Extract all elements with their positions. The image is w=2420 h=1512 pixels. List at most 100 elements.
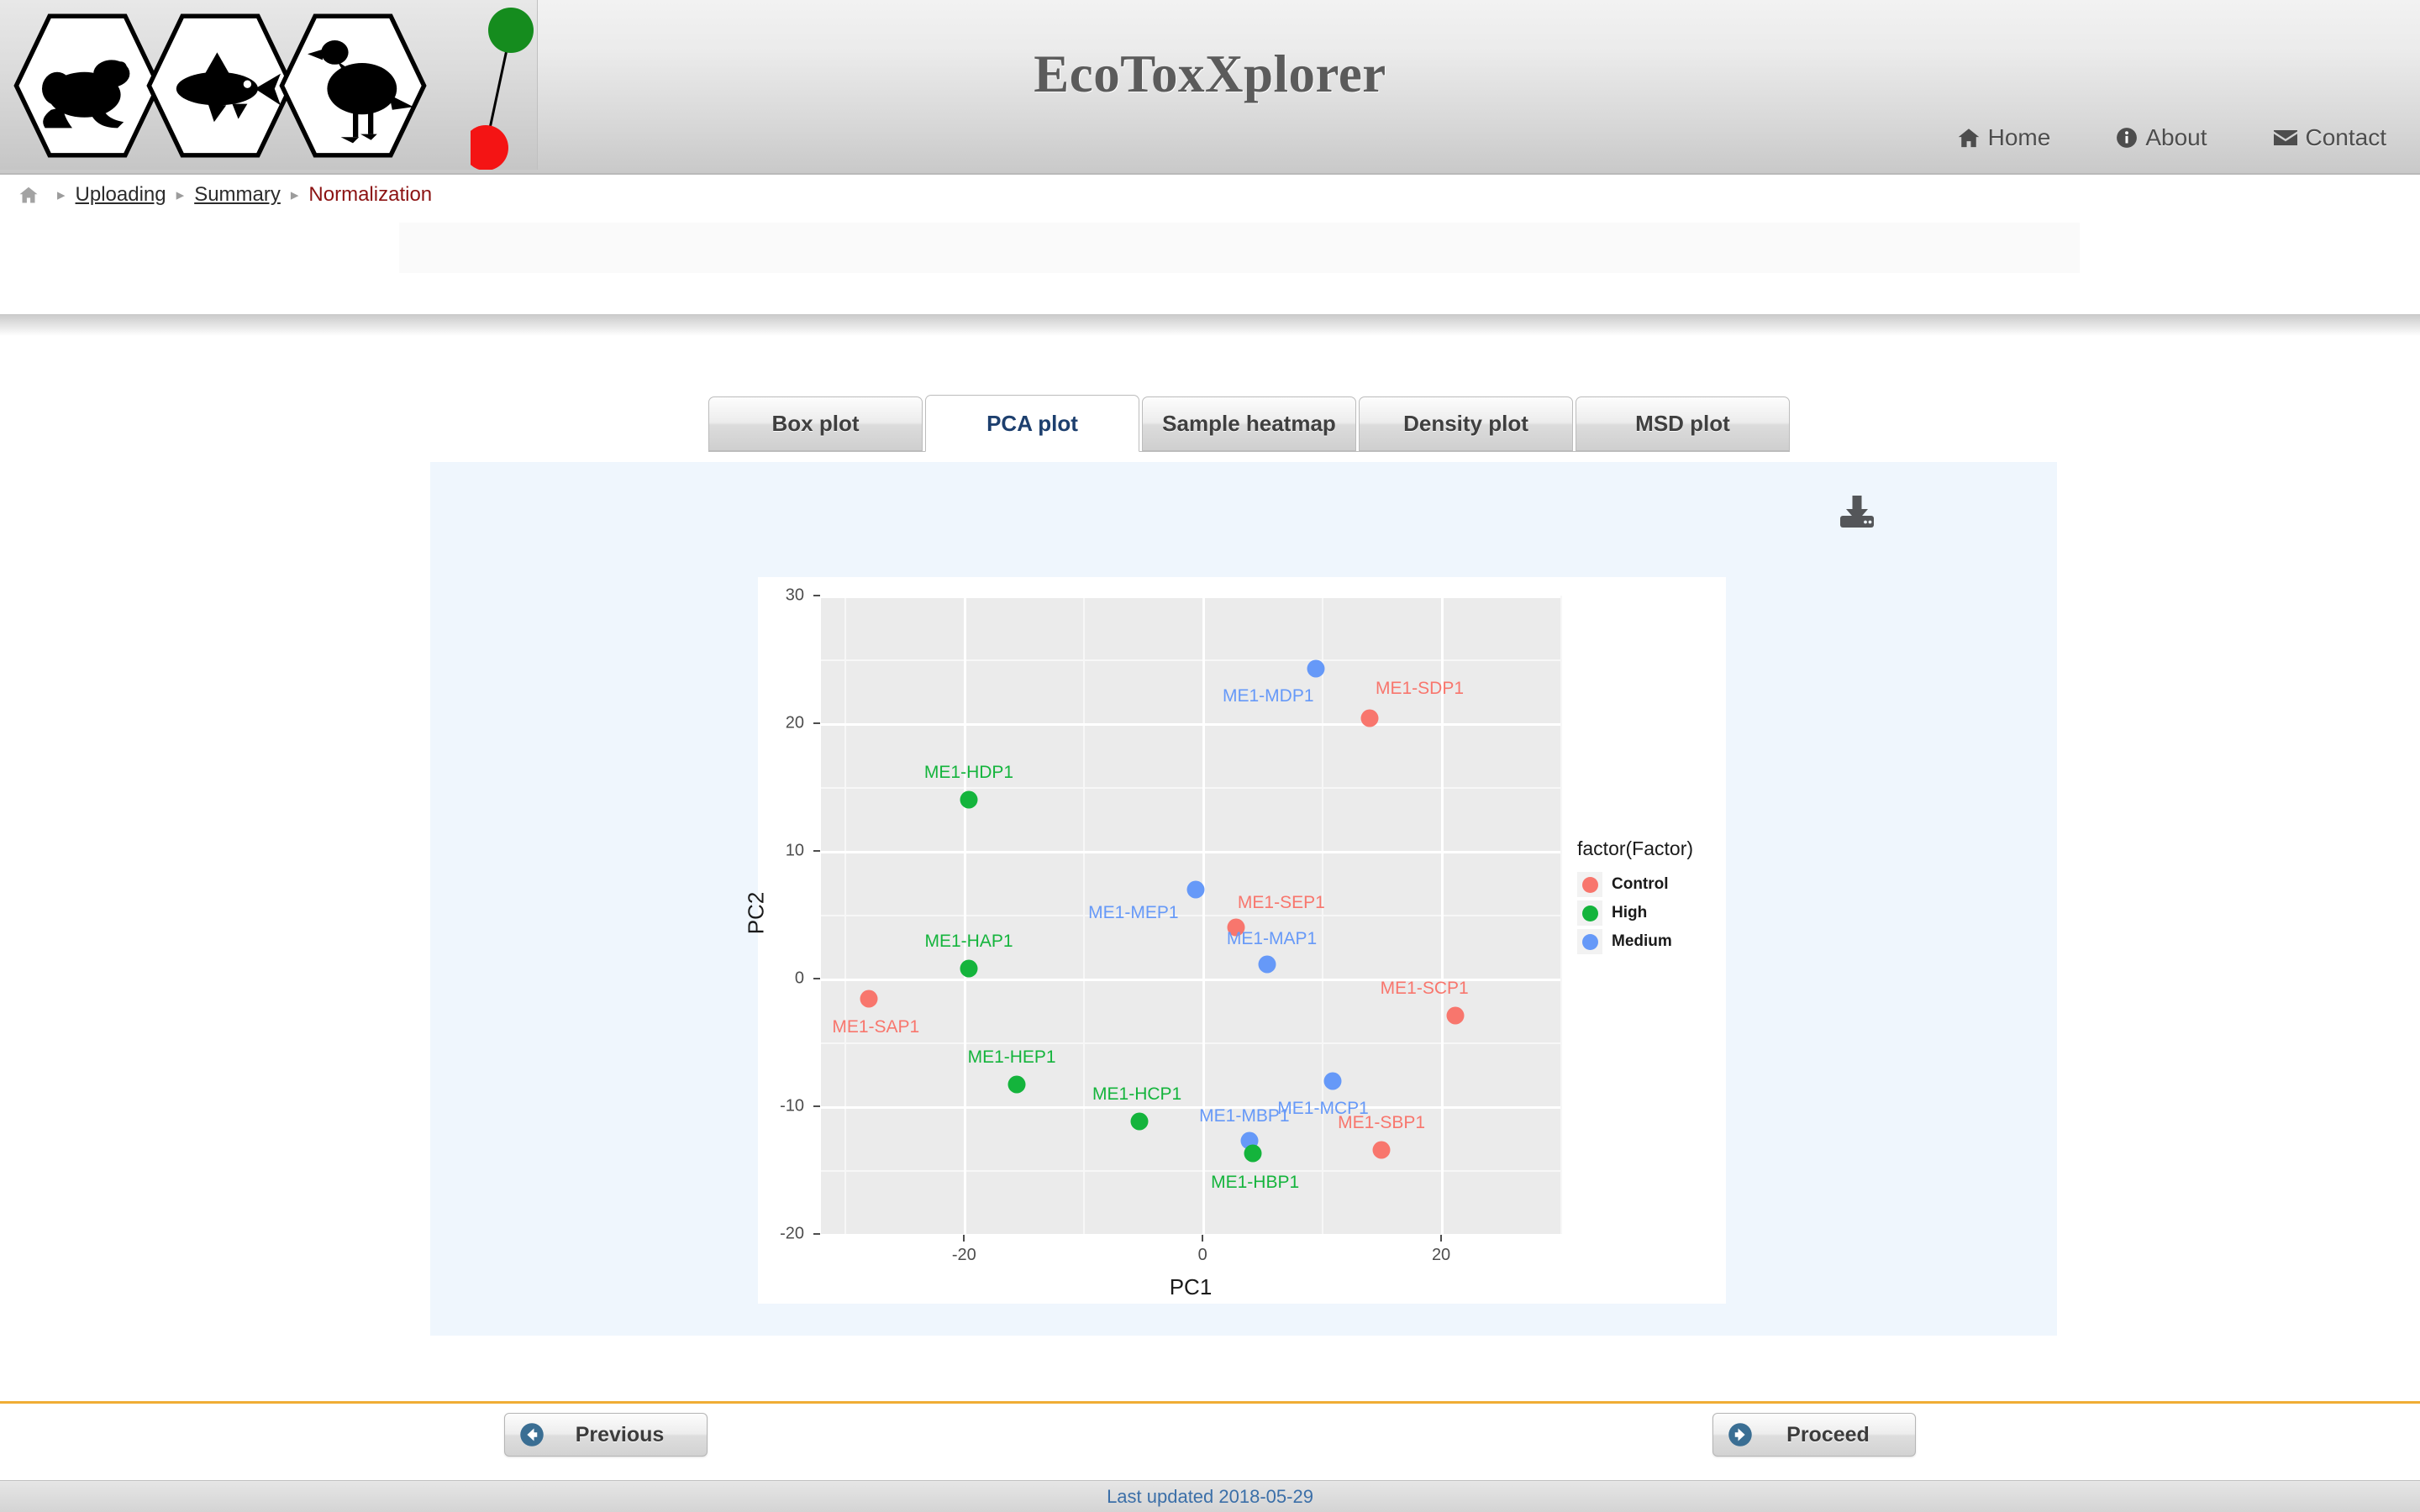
breadcrumb-separator: ▸ [176, 186, 185, 204]
data-point [1307, 659, 1325, 678]
y-tick-mark [813, 1105, 820, 1107]
arrow-circle-left-icon [519, 1422, 544, 1447]
plot-tabs: Box plot PCA plot Sample heatmap Density… [708, 395, 1790, 452]
tab-sample-heatmap[interactable]: Sample heatmap [1142, 396, 1356, 451]
y-major-gridline [821, 1234, 1560, 1236]
plot-legend: factor(Factor) Control High Medium [1577, 837, 1693, 956]
y-tick-label: 10 [785, 841, 804, 860]
legend-label: High [1612, 904, 1648, 921]
data-point [1323, 1072, 1342, 1090]
breadcrumb: ▸ Uploading ▸ Summary ▸ Normalization [18, 183, 432, 207]
proceed-button[interactable]: Proceed [1712, 1413, 1916, 1457]
legend-key [1577, 872, 1602, 897]
breadcrumb-separator: ▸ [290, 186, 299, 204]
y-tick-label: -20 [780, 1224, 804, 1243]
x-major-gridline [964, 596, 967, 1234]
info-icon [2116, 127, 2138, 149]
y-major-gridline [821, 596, 1560, 598]
legend-title: factor(Factor) [1577, 837, 1694, 859]
data-point-label: ME1-MEP1 [1088, 903, 1179, 923]
y-minor-gridline [821, 1042, 1560, 1044]
legend-key [1577, 900, 1602, 926]
breadcrumb-item-summary[interactable]: Summary [194, 183, 281, 207]
legend-key [1577, 929, 1602, 954]
y-tick-mark [813, 722, 820, 724]
x-tick-label: 20 [1431, 1246, 1451, 1264]
y-minor-gridline [821, 787, 1560, 789]
envelope-icon [2273, 128, 2298, 148]
x-tick-mark [1202, 1235, 1204, 1242]
y-axis-title: PC2 [743, 891, 769, 935]
top-navigation: Home About Contact [1957, 124, 2386, 151]
data-point [1372, 1141, 1391, 1159]
y-major-gridline [821, 1106, 1560, 1109]
tab-pca-plot[interactable]: PCA plot [925, 395, 1139, 452]
breadcrumb-home-icon[interactable] [18, 185, 39, 205]
plot-panel: ME1-MDP1 ME1-SDP1 ME1-HDP1 ME1-MEP1 ME1-SEP1… [821, 596, 1562, 1236]
x-minor-gridline [1322, 596, 1324, 1234]
data-point [1446, 1006, 1465, 1025]
y-tick-label: 30 [785, 585, 804, 605]
data-point [860, 990, 878, 1008]
y-tick-mark [813, 595, 820, 596]
previous-button[interactable]: Previous [504, 1413, 708, 1457]
y-tick-label: -10 [780, 1096, 804, 1116]
nav-home-label: Home [1987, 124, 2051, 150]
breadcrumb-item-uploading[interactable]: Uploading [76, 183, 166, 207]
breadcrumb-separator: ▸ [57, 186, 66, 204]
data-point [960, 959, 978, 978]
y-tick-mark [813, 1233, 820, 1235]
data-point-label: ME1-MAP1 [1226, 928, 1318, 948]
site-header: EcoToxXplorer Home About Contact [0, 0, 2420, 175]
data-point-label: ME1-HEP1 [967, 1047, 1056, 1068]
pca-plot-canvas: PC2 PC1 ME1-MDP1 ME1-SDP1 ME1-HDP1 ME1-MEP1… [744, 577, 1726, 1304]
last-updated-text: Last updated 2018-05-29 [1107, 1485, 1313, 1507]
pca-plot-container: PC2 PC1 ME1-MDP1 ME1-SDP1 ME1-HDP1 ME1-MEP1… [430, 462, 2057, 1336]
data-point [1007, 1075, 1026, 1094]
breadcrumb-item-normalization: Normalization [308, 183, 433, 206]
data-point-label: ME1-SBP1 [1338, 1112, 1426, 1132]
home-icon [1957, 126, 1981, 150]
y-minor-gridline [821, 915, 1560, 916]
data-point-label: ME1-HCP1 [1092, 1084, 1182, 1105]
tab-msd-plot[interactable]: MSD plot [1576, 396, 1790, 451]
x-minor-gridline [1083, 596, 1086, 1234]
header-divider [0, 314, 2420, 336]
y-tick-label: 20 [785, 713, 804, 732]
data-point [1360, 709, 1379, 727]
x-axis-title: PC1 [1169, 1274, 1213, 1299]
data-point [1186, 880, 1205, 899]
nav-about-label: About [2145, 124, 2207, 150]
y-tick-label: 0 [794, 969, 804, 988]
nav-contact[interactable]: Contact [2273, 124, 2386, 151]
nav-home[interactable]: Home [1957, 124, 2051, 151]
legend-item: High [1577, 899, 1693, 927]
legend-color-dot [1581, 876, 1598, 893]
x-tick-label: -20 [951, 1246, 976, 1264]
legend-item: Medium [1577, 927, 1693, 956]
download-icon[interactable] [1835, 494, 1879, 537]
data-point-label: ME1-SDP1 [1376, 678, 1465, 698]
data-point-label: ME1-HAP1 [924, 931, 1013, 951]
legend-label: Medium [1612, 932, 1672, 950]
legend-color-dot [1581, 933, 1598, 950]
data-point [1244, 1144, 1262, 1163]
nav-about[interactable]: About [2116, 124, 2207, 151]
y-tick-mark [813, 850, 820, 852]
page-title: EcoToxXplorer [1034, 45, 1386, 103]
legend-label: Control [1612, 875, 1669, 893]
tab-density-plot[interactable]: Density plot [1359, 396, 1573, 451]
x-tick-mark [1440, 1235, 1443, 1242]
data-point-label: ME1-SEP1 [1237, 893, 1325, 913]
tab-box-plot[interactable]: Box plot [708, 396, 923, 451]
x-minor-gridline [1560, 596, 1562, 1234]
data-point [1258, 955, 1276, 974]
data-point [1130, 1112, 1149, 1131]
arrow-circle-right-icon [1728, 1422, 1753, 1447]
x-major-gridline [1202, 596, 1206, 1234]
previous-button-label: Previous [575, 1422, 665, 1446]
data-point-label: ME1-MDP1 [1222, 686, 1314, 706]
data-point-label: ME1-MBP1 [1199, 1106, 1290, 1126]
y-minor-gridline [821, 659, 1560, 661]
legend-item: Control [1577, 870, 1693, 899]
